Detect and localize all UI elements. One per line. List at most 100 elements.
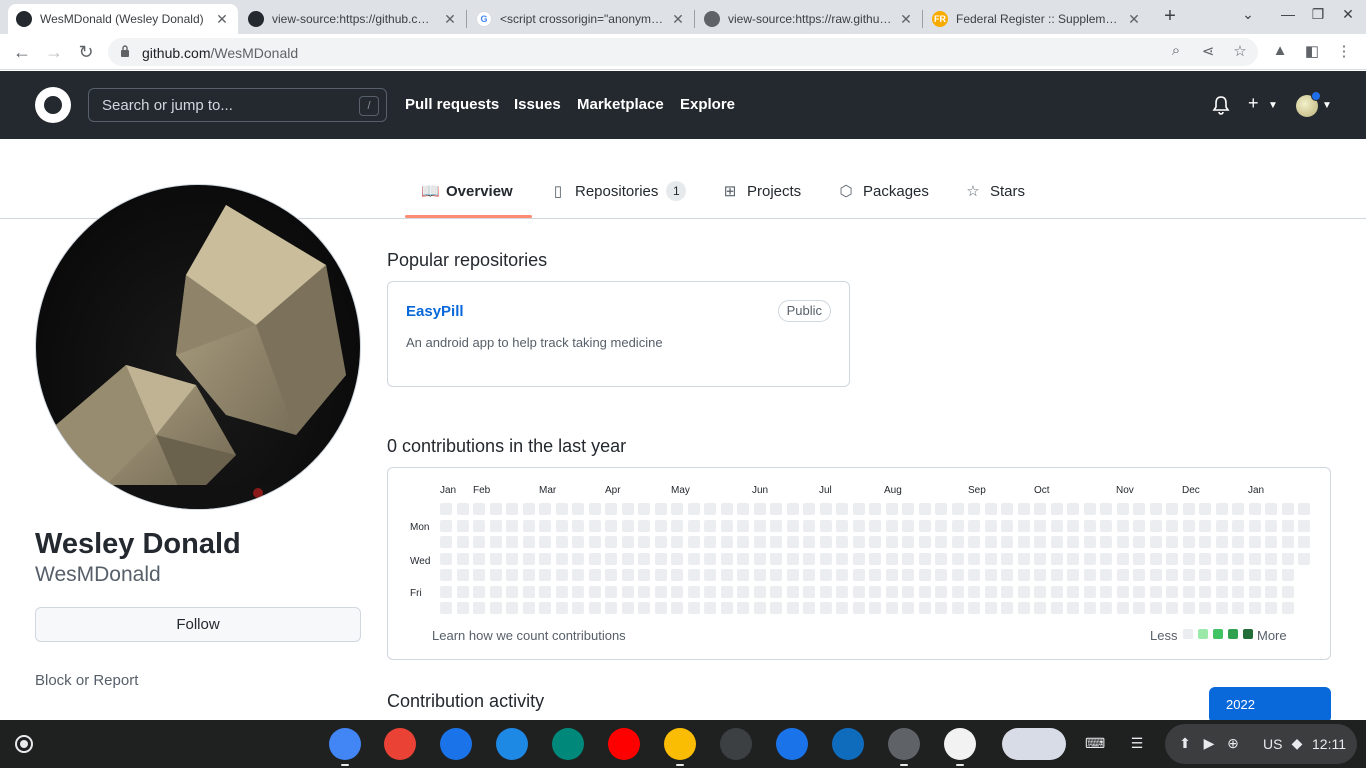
contribution-day[interactable]	[935, 503, 947, 515]
contribution-day[interactable]	[522, 602, 535, 614]
contribution-day[interactable]	[1199, 536, 1211, 548]
contribution-day[interactable]	[1083, 519, 1096, 532]
keyboard-icon[interactable]: ⌨	[1085, 735, 1105, 752]
contribution-day[interactable]	[456, 585, 469, 598]
contribution-day[interactable]	[572, 503, 584, 515]
contribution-day[interactable]	[935, 569, 947, 581]
browser-tab[interactable]: view-source:https://raw.githubuser ✕	[696, 4, 922, 34]
contribution-day[interactable]	[1050, 503, 1063, 515]
contribution-day[interactable]	[654, 552, 667, 565]
contribution-day[interactable]	[605, 519, 617, 532]
contribution-day[interactable]	[1298, 519, 1310, 532]
contribution-day[interactable]	[555, 569, 568, 581]
contribution-day[interactable]	[1017, 569, 1030, 581]
contribution-day[interactable]	[902, 602, 914, 614]
contribution-day[interactable]	[1100, 602, 1112, 614]
contribution-day[interactable]	[621, 569, 634, 581]
contribution-day[interactable]	[836, 585, 848, 598]
contribution-day[interactable]	[770, 585, 782, 598]
contribution-day[interactable]	[440, 552, 452, 565]
contribution-day[interactable]	[720, 585, 733, 598]
contribution-day[interactable]	[1001, 569, 1013, 581]
contribution-day[interactable]	[1034, 602, 1046, 614]
contribution-day[interactable]	[572, 536, 584, 548]
contribution-day[interactable]	[1001, 552, 1013, 565]
contribution-day[interactable]	[1133, 552, 1145, 565]
contribution-day[interactable]	[819, 536, 832, 548]
contribution-day[interactable]	[1166, 585, 1178, 598]
contribution-day[interactable]	[1182, 536, 1195, 548]
contribution-day[interactable]	[1100, 536, 1112, 548]
contribution-day[interactable]	[1133, 503, 1145, 515]
contribution-day[interactable]	[456, 519, 469, 532]
contribution-day[interactable]	[506, 585, 518, 598]
contribution-day[interactable]	[687, 536, 700, 548]
block-or-report-link[interactable]: Block or Report	[35, 672, 138, 689]
contribution-day[interactable]	[1199, 602, 1211, 614]
contribution-day[interactable]	[918, 552, 931, 565]
contribution-day[interactable]	[555, 503, 568, 515]
contribution-day[interactable]	[885, 585, 898, 598]
contribution-day[interactable]	[836, 552, 848, 565]
contribution-day[interactable]	[539, 519, 551, 532]
contribution-day[interactable]	[1083, 602, 1096, 614]
contribution-day[interactable]	[539, 536, 551, 548]
contribution-day[interactable]	[1034, 585, 1046, 598]
contribution-day[interactable]	[753, 585, 766, 598]
close-window-icon[interactable]: ✕	[1336, 6, 1360, 23]
contribution-day[interactable]	[869, 536, 881, 548]
contribution-day[interactable]	[1215, 585, 1228, 598]
contribution-day[interactable]	[1034, 552, 1046, 565]
zoom-icon[interactable]: ⌕	[1166, 42, 1186, 59]
contribution-day[interactable]	[1149, 552, 1162, 565]
contribution-day[interactable]	[588, 602, 601, 614]
contribution-day[interactable]	[1050, 585, 1063, 598]
contribution-day[interactable]	[984, 569, 997, 581]
contribution-day[interactable]	[1133, 585, 1145, 598]
contribution-day[interactable]	[1067, 536, 1079, 548]
contribution-day[interactable]	[951, 585, 964, 598]
contribution-day[interactable]	[968, 552, 980, 565]
contribution-day[interactable]	[555, 552, 568, 565]
contribution-day[interactable]	[671, 552, 683, 565]
contribution-day[interactable]	[869, 552, 881, 565]
tab-packages[interactable]: ⬡ Packages	[838, 180, 928, 202]
contribution-day[interactable]	[968, 569, 980, 581]
contribution-day[interactable]	[819, 503, 832, 515]
contribution-day[interactable]	[1166, 552, 1178, 565]
contribution-day[interactable]	[786, 552, 799, 565]
contribution-day[interactable]	[1215, 552, 1228, 565]
contribution-day[interactable]	[704, 602, 716, 614]
bookmark-star-icon[interactable]: ☆	[1230, 42, 1250, 60]
contribution-day[interactable]	[918, 536, 931, 548]
chrome-icon[interactable]	[329, 728, 361, 760]
contribution-day[interactable]	[588, 503, 601, 515]
contribution-day[interactable]	[1232, 585, 1244, 598]
contribution-day[interactable]	[918, 519, 931, 532]
contribution-day[interactable]	[456, 602, 469, 614]
create-new-icon[interactable]: +	[1248, 93, 1259, 114]
contribution-day[interactable]	[638, 519, 650, 532]
contribution-day[interactable]	[869, 602, 881, 614]
contribution-day[interactable]	[720, 552, 733, 565]
side-panel-icon[interactable]: ◧	[1302, 42, 1322, 60]
tab-search-icon[interactable]: ⌄	[1236, 6, 1260, 23]
contribution-day[interactable]	[1067, 552, 1079, 565]
contribution-day[interactable]	[440, 569, 452, 581]
contribution-day[interactable]	[885, 569, 898, 581]
contribution-day[interactable]	[770, 503, 782, 515]
contribution-day[interactable]	[819, 569, 832, 581]
contribution-day[interactable]	[473, 503, 485, 515]
contribution-day[interactable]	[654, 503, 667, 515]
contribution-day[interactable]	[1100, 569, 1112, 581]
contribution-day[interactable]	[1248, 503, 1261, 515]
contribution-day[interactable]	[770, 602, 782, 614]
contribution-day[interactable]	[1166, 519, 1178, 532]
contribution-day[interactable]	[803, 503, 815, 515]
contribution-day[interactable]	[786, 536, 799, 548]
tab-projects[interactable]: ⊞ Projects	[722, 180, 801, 202]
contribution-day[interactable]	[984, 602, 997, 614]
contribution-day[interactable]	[638, 552, 650, 565]
contribution-day[interactable]	[605, 585, 617, 598]
contribution-day[interactable]	[902, 519, 914, 532]
